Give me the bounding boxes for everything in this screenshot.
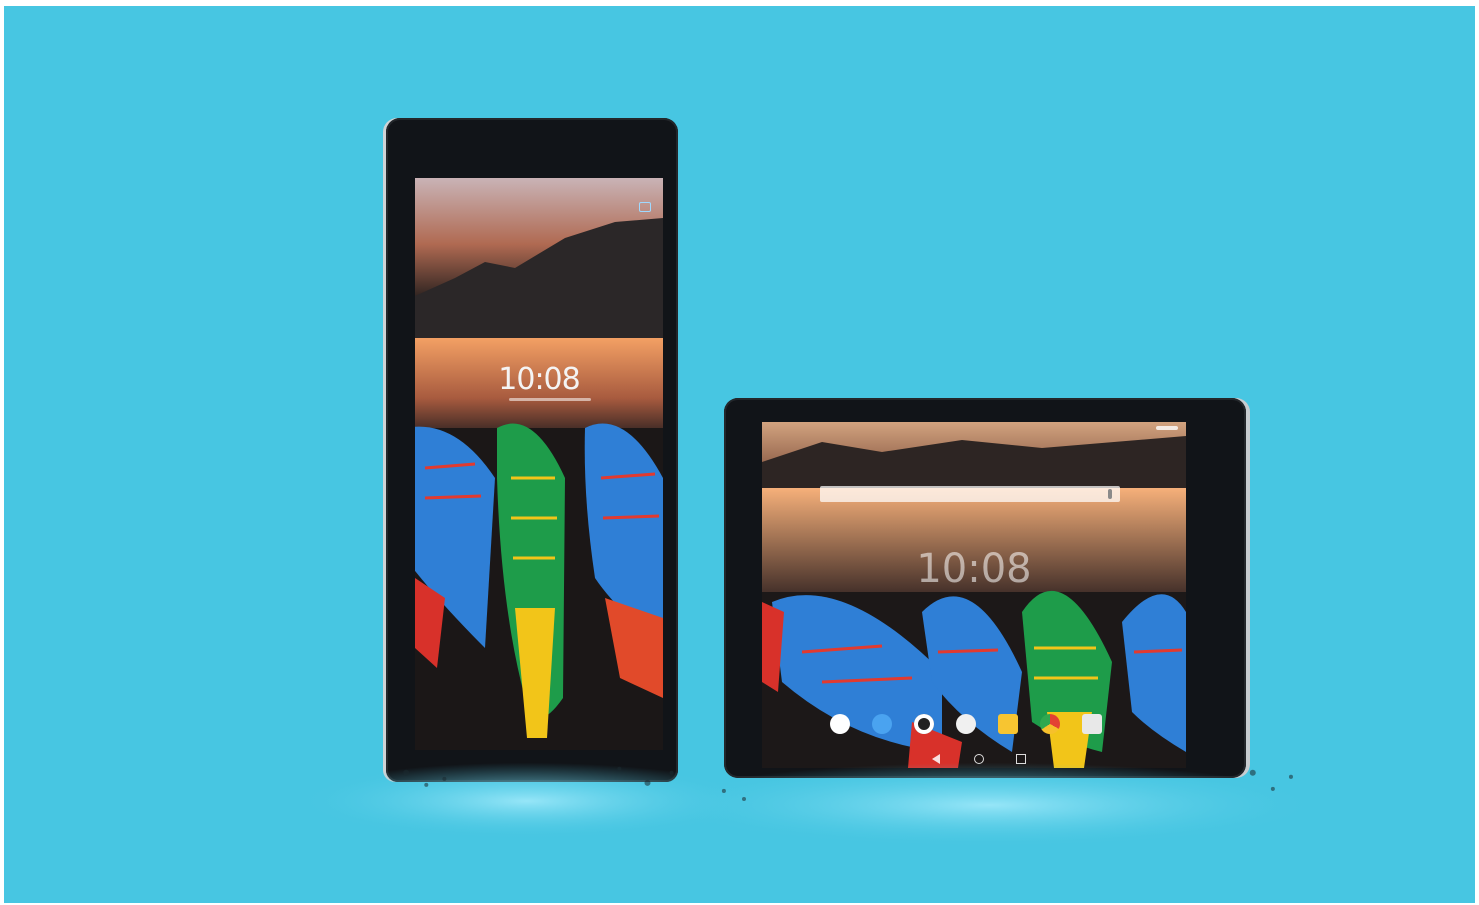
back-icon[interactable] [932, 754, 940, 764]
portrait-wallpaper [415, 178, 663, 750]
app-dock [828, 714, 1118, 744]
messages-icon[interactable] [998, 714, 1018, 734]
apps-icon[interactable] [1082, 714, 1102, 734]
lockscreen-date [509, 398, 591, 401]
landscape-tablet: 10:08 [724, 398, 1246, 778]
portrait-screen: 10:08 [415, 178, 663, 750]
recents-icon[interactable] [1016, 754, 1026, 764]
lockscreen-clock: 10:08 [498, 362, 580, 397]
photos-icon[interactable] [872, 714, 892, 734]
camera-icon[interactable] [639, 202, 651, 212]
backdrop: 10:08 10:08 [4, 6, 1475, 903]
phone-icon[interactable] [914, 714, 934, 734]
chrome-icon[interactable] [1040, 714, 1060, 734]
home-icon[interactable] [974, 754, 984, 764]
navigation-bar [932, 754, 1032, 764]
camera-icon[interactable] [830, 714, 850, 734]
landscape-screen: 10:08 [762, 422, 1186, 768]
search-input[interactable] [820, 486, 1120, 502]
status-bar [1156, 426, 1178, 430]
mic-icon[interactable] [1108, 489, 1112, 499]
home-clock: 10:08 [916, 546, 1032, 592]
contacts-icon[interactable] [956, 714, 976, 734]
portrait-tablet: 10:08 [386, 118, 678, 782]
